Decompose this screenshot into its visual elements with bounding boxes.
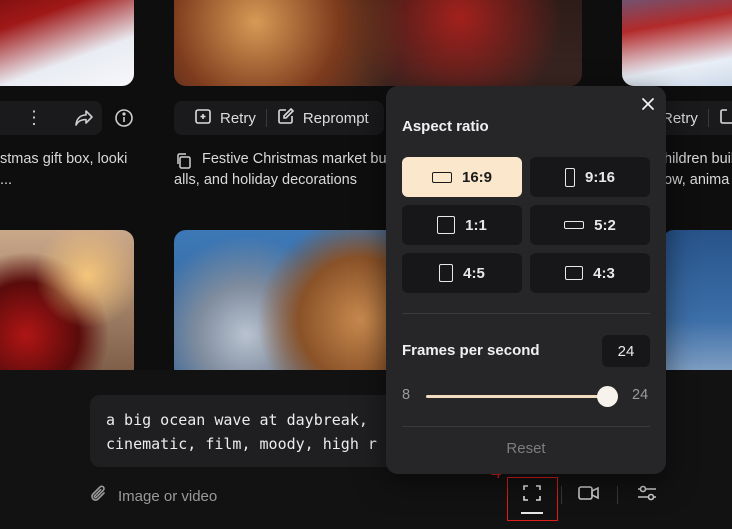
edit-button-right[interactable] xyxy=(709,101,732,135)
settings-button[interactable] xyxy=(632,481,662,509)
toolbar-divider xyxy=(617,486,618,504)
popup-divider xyxy=(402,313,650,314)
fps-slider-handle[interactable] xyxy=(597,386,618,407)
close-icon xyxy=(642,98,654,110)
toolbar-divider xyxy=(561,486,562,504)
annotation-highlight-box xyxy=(507,477,558,521)
tall-ratio-icon xyxy=(439,264,454,282)
paperclip-icon xyxy=(90,484,108,508)
more-options-icon[interactable]: ⋮ xyxy=(25,108,43,129)
aspect-option-4-5[interactable]: 4:5 xyxy=(402,253,522,293)
attach-media-button[interactable]: Image or video xyxy=(90,484,217,508)
video-camera-icon xyxy=(578,485,600,506)
retry-right-label: Retry xyxy=(662,109,698,127)
portrait-ratio-icon xyxy=(564,167,575,187)
standard-ratio-icon xyxy=(565,266,584,280)
video-settings-popup: Aspect ratio 16:9 9:16 1:1 5:2 4:5 4:3 F… xyxy=(386,86,666,474)
video-thumbnail-gift-box[interactable] xyxy=(0,0,134,86)
popup-divider xyxy=(402,426,650,427)
action-bar-middle: Retry Reprompt xyxy=(174,101,384,135)
share-icon[interactable] xyxy=(74,109,94,132)
aspect-option-1-1[interactable]: 1:1 xyxy=(402,205,522,245)
fps-value-input[interactable]: 24 xyxy=(602,335,650,367)
aspect-option-16-9[interactable]: 16:9 xyxy=(402,157,522,197)
video-thumbnail-christmas-market[interactable] xyxy=(174,0,582,86)
info-icon[interactable] xyxy=(114,108,134,133)
video-mode-button[interactable] xyxy=(574,481,604,509)
landscape-ratio-icon xyxy=(431,171,452,183)
caption-right: hildren buil ow, anima xyxy=(664,151,732,188)
video-thumbnail-blue-scene[interactable] xyxy=(662,230,732,380)
edit-icon xyxy=(719,107,732,129)
aspect-ratio-title: Aspect ratio xyxy=(402,118,489,135)
close-button[interactable] xyxy=(638,94,658,114)
retry-button[interactable]: Retry xyxy=(184,101,266,135)
square-ratio-icon xyxy=(437,216,456,234)
sliders-icon xyxy=(637,484,657,507)
fps-min-label: 8 xyxy=(402,387,411,403)
fps-slider-track[interactable] xyxy=(426,395,608,398)
caption-middle: Festive Christmas market bu xyxy=(202,151,387,167)
attach-label: Image or video xyxy=(118,487,218,505)
retry-icon xyxy=(194,107,212,129)
fps-max-label: 24 xyxy=(632,387,649,403)
aspect-option-5-2[interactable]: 5:2 xyxy=(530,205,650,245)
video-thumbnail-red-ribbon[interactable] xyxy=(0,230,134,380)
caption-left: stmas gift box, looki ... xyxy=(0,151,128,188)
reprompt-button[interactable]: Reprompt xyxy=(267,101,379,135)
aspect-option-9-16[interactable]: 9:16 xyxy=(530,157,650,197)
wide-ratio-icon xyxy=(564,221,585,229)
fps-title: Frames per second xyxy=(402,342,540,359)
video-thumbnail-children-snow[interactable] xyxy=(622,0,732,86)
retry-label: Retry xyxy=(220,109,256,127)
edit-icon xyxy=(277,107,295,129)
reset-button[interactable]: Reset xyxy=(386,440,666,457)
caption-middle-line2: alls, and holiday decorations xyxy=(174,172,357,188)
reprompt-label: Reprompt xyxy=(302,109,369,127)
video-thumbnail-gingerbread[interactable] xyxy=(174,230,414,380)
aspect-option-4-3[interactable]: 4:3 xyxy=(530,253,650,293)
